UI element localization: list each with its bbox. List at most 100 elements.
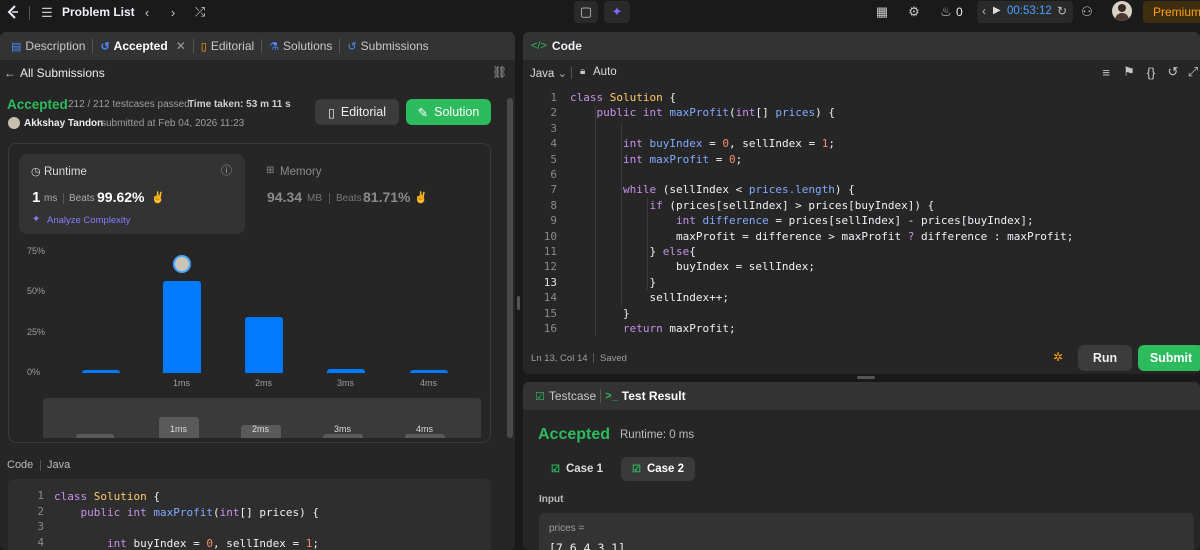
runtime-beats: 99.62% — [97, 189, 145, 205]
streak-icon[interactable]: ♨ — [938, 3, 954, 21]
divider — [63, 193, 64, 204]
bookmark-icon[interactable]: ⚑ — [1121, 64, 1137, 80]
memory-label[interactable]: Memory — [280, 166, 322, 178]
indent-guide — [647, 198, 648, 290]
close-icon[interactable]: ✕ — [176, 39, 186, 53]
save-status: Saved — [600, 353, 627, 364]
book-icon: ▯ — [200, 40, 207, 53]
tab-solutions[interactable]: ⚗ Solutions — [262, 32, 339, 60]
notes-icon[interactable]: ▢ — [574, 1, 598, 23]
reset-icon[interactable]: ↻ — [1057, 4, 1067, 18]
gear-icon[interactable]: ⚙ — [906, 3, 922, 21]
chart-bar[interactable] — [327, 368, 365, 373]
info-icon[interactable]: ⓘ — [221, 162, 232, 178]
leetcode-logo[interactable] — [4, 3, 22, 21]
x-tick-label: 1ms — [173, 378, 191, 388]
submit-button[interactable]: Submit — [1138, 345, 1200, 371]
code-editor[interactable]: 1 2 3 4 5 6 7 8 9 10 11 12 13 14 15 16 class Solution {… — [523, 90, 1200, 340]
run-button[interactable]: Run — [1078, 345, 1132, 371]
reset-code-icon[interactable]: ↺ — [1165, 64, 1181, 80]
back-arrow-icon[interactable]: ← — [4, 66, 16, 80]
flask-icon: ⚗ — [269, 40, 280, 53]
line-number: 8 — [550, 198, 557, 212]
tab-test-result[interactable]: >_ Test Result — [601, 382, 689, 410]
tab-submissions[interactable]: ↺ Submissions — [340, 32, 435, 60]
code-line: class Solution { — [570, 91, 676, 104]
code-line: if (prices[sellIndex] > prices[buyIndex]… — [649, 198, 935, 212]
tab-accepted[interactable]: ↺ Accepted ✕ — [93, 32, 192, 60]
layout-icon[interactable]: ▦ — [874, 3, 890, 21]
panel-resize-handle[interactable] — [517, 296, 520, 310]
problem-list-link[interactable]: Problem List — [62, 5, 135, 19]
bowing-icon: ✌ — [414, 192, 428, 204]
chart-bar[interactable] — [245, 316, 283, 373]
range-label: 1ms — [170, 424, 188, 434]
code-line: buyIndex = sellIndex; — [570, 260, 816, 274]
terminal-icon: >_ — [605, 390, 618, 402]
memory-beats: 81.71% — [363, 189, 411, 205]
code-line: int buyIndex = 0, sellIndex = 1; — [622, 137, 835, 151]
analyze-complexity-link[interactable]: Analyze Complexity — [47, 215, 130, 226]
line-number: 13 — [543, 275, 557, 289]
link-icon[interactable]: ⛓ — [492, 65, 507, 79]
y-tick-label: 75% — [27, 246, 46, 256]
chevron-left-icon[interactable]: ‹ — [982, 4, 986, 18]
avatar[interactable] — [1112, 1, 1132, 21]
code-panel-title: Code — [551, 39, 582, 53]
chart-bar[interactable] — [410, 369, 448, 373]
all-submissions-link[interactable]: All Submissions — [20, 66, 105, 80]
test-result-panel: ☑ Testcase >_ Test Result Accepted Runtime… — [523, 382, 1200, 550]
scrollbar[interactable] — [507, 98, 513, 438]
timer-box[interactable]: ‹ ▶ 00:53:12 ↻ — [977, 1, 1073, 23]
tab-description[interactable]: ▤ Description — [4, 32, 92, 60]
format-icon[interactable]: ≡ — [1098, 64, 1114, 80]
shuffle-icon[interactable]: ⤮ — [192, 3, 208, 21]
expand-icon[interactable]: ⤢ — [1185, 64, 1200, 80]
submitted-at: submitted at Feb 04, 2026 11:23 — [101, 118, 245, 129]
debug-icon[interactable]: ✲ — [1053, 350, 1063, 364]
editorial-button[interactable]: ▯ Editorial — [315, 99, 399, 125]
line-number: 14 — [543, 291, 557, 305]
panel-resize-handle[interactable] — [857, 376, 875, 379]
chart-bar[interactable] — [82, 369, 120, 373]
checkbox-icon: ☑ — [535, 390, 545, 403]
tab-testcase[interactable]: ☑ Testcase — [531, 382, 600, 410]
case-2-tab[interactable]: ☑ Case 2 — [621, 457, 695, 481]
divider — [329, 193, 330, 204]
test-tabs: ☑ Testcase >_ Test Result — [523, 382, 1200, 410]
chart-bar[interactable] — [163, 281, 201, 373]
range-selector[interactable]: 1ms 2ms 3ms 4ms — [43, 398, 481, 438]
case-1-tab[interactable]: ☑ Case 1 — [541, 457, 613, 481]
cursor-position: Ln 13, Col 14 — [531, 353, 588, 364]
add-friend-icon[interactable]: ⚇ — [1078, 3, 1096, 21]
time-taken: Time taken: 53 m 11 s — [188, 99, 291, 110]
code-line: maxProfit = difference > maxProfit ? dif… — [570, 229, 1074, 243]
x-tick-label: 2ms — [255, 378, 273, 388]
memory-unit: MB — [307, 193, 322, 204]
code-line: while (sellIndex < prices.length) { — [622, 183, 855, 197]
code-line: class Solution { — [54, 490, 160, 503]
sparkle-icon[interactable]: ✦ — [604, 1, 630, 23]
line-number: 9 — [550, 214, 557, 228]
solution-button[interactable]: ✎ Solution — [406, 99, 491, 125]
range-bar — [323, 434, 363, 438]
submitter-name[interactable]: Akkshay Tandon — [24, 118, 103, 129]
range-label: 4ms — [416, 424, 434, 434]
y-tick-label: 25% — [27, 326, 46, 337]
result-status: Accepted — [538, 426, 611, 443]
history-icon: ↺ — [347, 40, 357, 53]
line-number: 5 — [550, 152, 557, 166]
code-section-label: Code — [7, 459, 34, 471]
runtime-box[interactable]: ◷ Runtime ⓘ 1 ms Beats 99.62% ✌ ✦ Analyz… — [19, 154, 245, 234]
play-icon[interactable]: ▶ — [993, 5, 1001, 16]
braces-icon[interactable]: {} — [1143, 64, 1159, 80]
next-problem-icon[interactable]: › — [166, 3, 180, 21]
auto-mode[interactable]: Auto — [593, 66, 617, 78]
language-select[interactable]: Java ⌄ — [530, 66, 567, 80]
stats-card: ◷ Runtime ⓘ 1 ms Beats 99.62% ✌ ✦ Analyz… — [8, 143, 491, 443]
prev-problem-icon[interactable]: ‹ — [140, 3, 154, 21]
list-icon[interactable]: ☰ — [38, 4, 56, 22]
tab-editorial[interactable]: ▯ Editorial — [194, 32, 261, 60]
premium-button[interactable]: Premium — [1143, 1, 1200, 23]
result-runtime: Runtime: 0 ms — [620, 429, 695, 441]
